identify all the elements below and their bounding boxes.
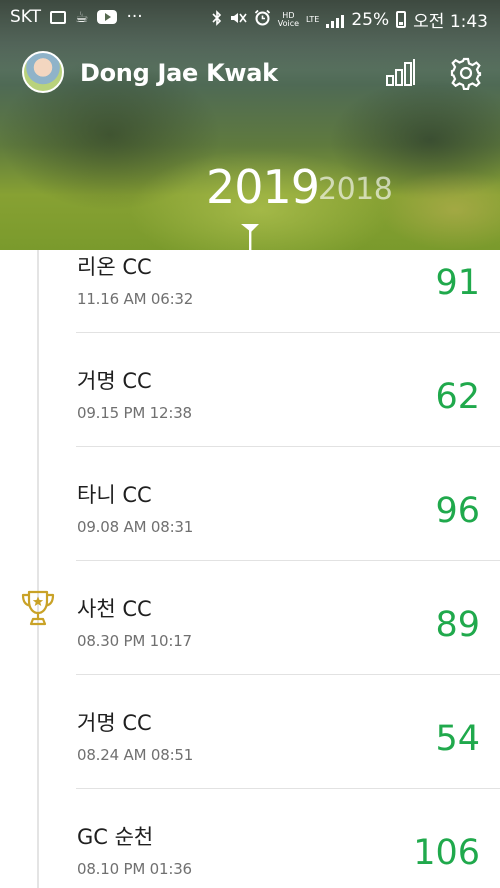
image-notification-icon xyxy=(50,10,67,24)
coffee-notification-icon: ☕ xyxy=(75,8,89,26)
signal-strength-icon xyxy=(326,12,345,28)
trophy-icon xyxy=(20,589,56,627)
battery-icon xyxy=(396,11,407,28)
course-name: GC 순천 xyxy=(77,825,154,849)
round-score: 89 xyxy=(435,605,480,645)
round-row[interactable]: GC 순천 08.10 PM 01:36 106 xyxy=(0,789,500,888)
round-row[interactable]: 사천 CC 08.30 PM 10:17 89 xyxy=(0,561,500,675)
avatar[interactable] xyxy=(22,51,64,93)
statistics-button[interactable] xyxy=(384,56,418,88)
round-datetime: 08.30 PM 10:17 xyxy=(77,632,192,650)
battery-percent: 25% xyxy=(351,9,390,30)
alarm-icon xyxy=(254,9,271,30)
round-score: 91 xyxy=(435,263,480,303)
bar-chart-icon xyxy=(386,59,415,86)
round-row[interactable]: 리온 CC 11.16 AM 06:32 91 xyxy=(0,250,500,333)
course-name: 타니 CC xyxy=(77,483,152,507)
round-datetime: 08.10 PM 01:36 xyxy=(77,860,192,878)
mute-icon xyxy=(229,10,247,30)
course-name: 리온 CC xyxy=(77,255,152,279)
year-indicator-icon xyxy=(239,222,261,250)
hd-voice-icon: HD Voice xyxy=(277,10,300,28)
lte-badge: LTE xyxy=(306,15,320,24)
round-datetime: 08.24 AM 08:51 xyxy=(77,746,194,764)
round-datetime: 09.15 PM 12:38 xyxy=(77,404,192,422)
course-name: 거명 CC xyxy=(77,711,152,735)
year-tab-other[interactable]: 2018 xyxy=(318,172,393,207)
round-row[interactable]: 거명 CC 08.24 AM 08:51 54 xyxy=(0,675,500,789)
year-tab-selected[interactable]: 2019 xyxy=(206,160,320,214)
round-score: 62 xyxy=(435,377,480,417)
gear-icon xyxy=(450,57,482,91)
more-notifications-dots: ··· xyxy=(126,7,143,27)
user-name: Dong Jae Kwak xyxy=(80,59,278,87)
settings-button[interactable] xyxy=(449,56,483,91)
round-datetime: 11.16 AM 06:32 xyxy=(77,290,194,308)
youtube-notification-icon xyxy=(97,10,118,24)
course-name: 사천 CC xyxy=(77,597,152,621)
round-score: 54 xyxy=(435,719,480,759)
round-datetime: 09.08 AM 08:31 xyxy=(77,518,194,536)
round-score: 106 xyxy=(413,833,480,873)
bluetooth-icon xyxy=(212,9,222,30)
round-list[interactable]: 리온 CC 11.16 AM 06:32 91 거명 CC 09.15 PM 1… xyxy=(0,250,500,888)
round-row[interactable]: 타니 CC 09.08 AM 08:31 96 xyxy=(0,447,500,561)
status-bar: SKT ☕ ··· HD Voice LTE 25% 오전 1:43 xyxy=(0,0,500,34)
round-score: 96 xyxy=(435,491,480,531)
carrier-label: SKT xyxy=(10,7,42,27)
clock: 오전 1:43 xyxy=(413,12,488,32)
course-name: 거명 CC xyxy=(77,369,152,393)
round-row[interactable]: 거명 CC 09.15 PM 12:38 62 xyxy=(0,333,500,447)
